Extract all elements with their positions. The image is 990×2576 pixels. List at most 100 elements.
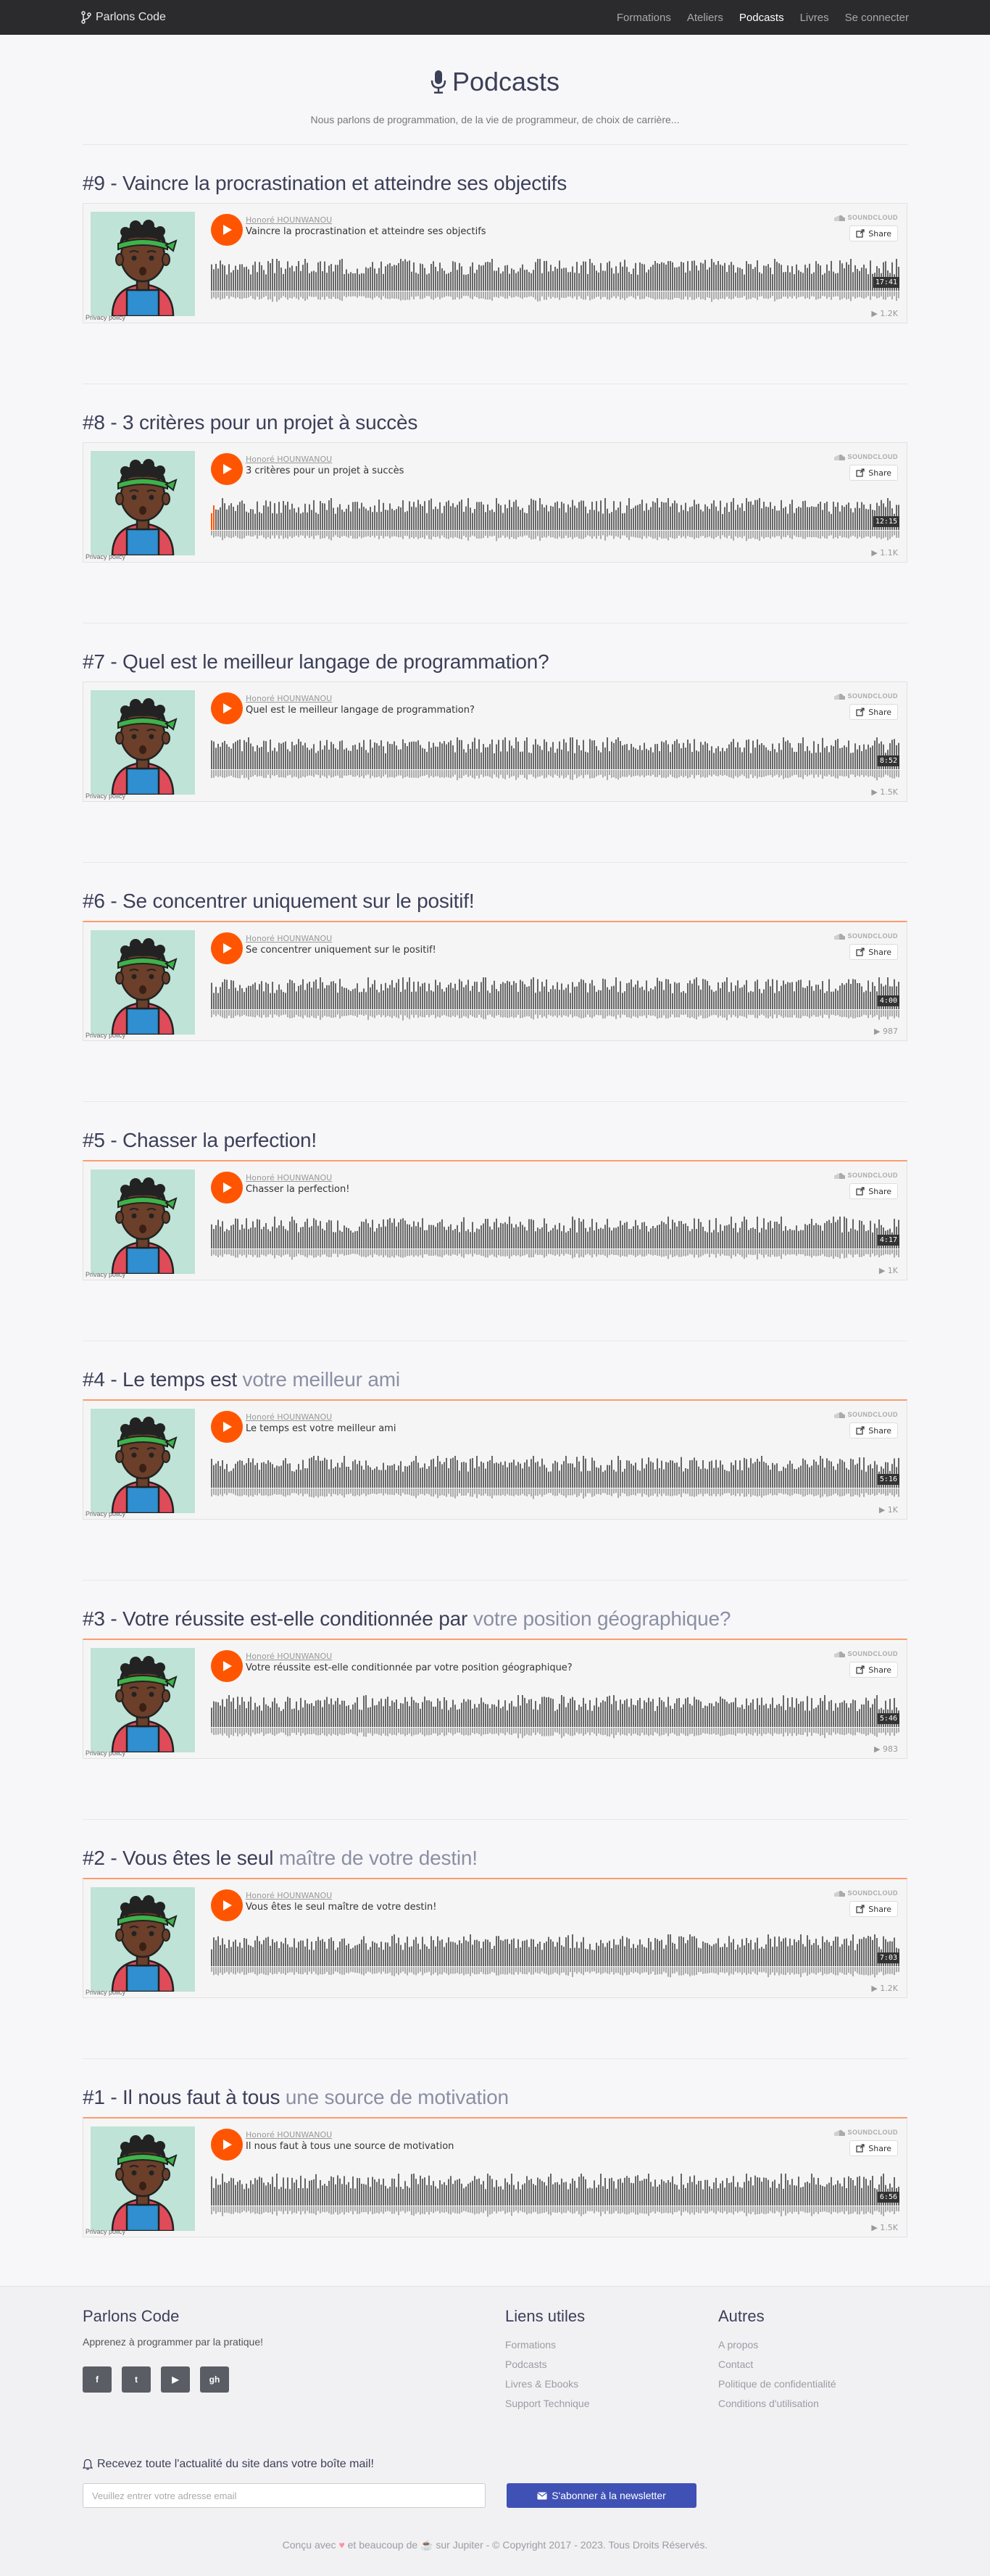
privacy-policy-link[interactable]: Privacy policy — [86, 1510, 125, 1517]
soundcloud-logo[interactable]: SOUNDCLOUD — [831, 1889, 899, 1897]
share-button[interactable]: Share — [849, 1901, 898, 1917]
nav-link-ateliers[interactable]: Ateliers — [687, 12, 723, 24]
share-icon — [856, 948, 865, 956]
play-button[interactable] — [211, 692, 243, 724]
soundcloud-logo[interactable]: SOUNDCLOUD — [831, 2129, 899, 2136]
play-button[interactable] — [211, 1172, 243, 1204]
track-artwork[interactable] — [91, 690, 195, 795]
github-button[interactable]: gh — [200, 2366, 229, 2393]
play-button[interactable] — [211, 1411, 243, 1443]
soundcloud-logo[interactable]: SOUNDCLOUD — [831, 214, 899, 221]
track-title[interactable]: Il nous faut à tous une source de motiva… — [246, 2141, 454, 2152]
share-button[interactable]: Share — [849, 704, 898, 720]
track-title[interactable]: Le temps est votre meilleur ami — [246, 1423, 396, 1434]
privacy-policy-link[interactable]: Privacy policy — [86, 1749, 125, 1757]
privacy-policy-link[interactable]: Privacy policy — [86, 553, 125, 560]
newsletter-email-input[interactable] — [83, 2483, 486, 2508]
envelope-icon — [537, 2492, 548, 2499]
track-title[interactable]: Votre réussite est-elle conditionnée par… — [246, 1662, 573, 1673]
track-artwork[interactable] — [91, 2126, 195, 2231]
artist-link[interactable]: Honoré HOUNWANOU — [246, 1652, 332, 1661]
waveform[interactable] — [211, 259, 899, 302]
artist-link[interactable]: Honoré HOUNWANOU — [246, 1891, 332, 1900]
soundcloud-logo[interactable]: SOUNDCLOUD — [831, 1172, 899, 1179]
footer-useful-link[interactable]: Support Technique — [505, 2398, 590, 2409]
track-title[interactable]: Vous êtes le seul maître de votre destin… — [246, 1902, 437, 1913]
footer-other-link[interactable]: Conditions d'utilisation — [718, 2398, 836, 2409]
brand-link[interactable]: Parlons Code — [81, 11, 166, 24]
waveform[interactable] — [211, 977, 899, 1021]
artist-link[interactable]: Honoré HOUNWANOU — [246, 1412, 332, 1422]
play-button[interactable] — [211, 1650, 243, 1682]
privacy-policy-link[interactable]: Privacy policy — [86, 1271, 125, 1278]
share-button[interactable]: Share — [849, 465, 898, 481]
share-button[interactable]: Share — [849, 225, 898, 241]
waveform[interactable] — [211, 1934, 899, 1978]
waveform[interactable] — [211, 737, 899, 781]
track-artwork[interactable] — [91, 451, 195, 555]
track-artwork[interactable] — [91, 930, 195, 1035]
nav-link-formations[interactable]: Formations — [617, 12, 671, 24]
track-artwork[interactable] — [91, 1169, 195, 1274]
footer-other-link[interactable]: Contact — [718, 2358, 836, 2370]
artist-link[interactable]: Honoré HOUNWANOU — [246, 934, 332, 943]
track-artwork[interactable] — [91, 1648, 195, 1752]
artist-link[interactable]: Honoré HOUNWANOU — [246, 215, 332, 225]
track-title[interactable]: Chasser la perfection! — [246, 1184, 349, 1195]
play-button[interactable] — [211, 2129, 243, 2161]
soundcloud-logo[interactable]: SOUNDCLOUD — [831, 1650, 899, 1657]
facebook-button[interactable]: f — [83, 2366, 112, 2393]
track-artwork[interactable] — [91, 1409, 195, 1513]
share-button[interactable]: Share — [849, 944, 898, 960]
artist-link[interactable]: Honoré HOUNWANOU — [246, 2130, 332, 2140]
play-button[interactable] — [211, 932, 243, 964]
share-button[interactable]: Share — [849, 1183, 898, 1199]
nav-link-livres[interactable]: Livres — [800, 12, 829, 24]
waveform[interactable] — [211, 2174, 899, 2217]
episode-title: #4 - Le temps est votre meilleur ami — [83, 1367, 907, 1392]
track-title[interactable]: 3 critères pour un projet à succès — [246, 465, 404, 476]
share-button[interactable]: Share — [849, 2140, 898, 2156]
subscribe-button[interactable]: S'abonner à la newsletter — [507, 2483, 696, 2508]
nav-link-podcasts[interactable]: Podcasts — [739, 12, 784, 24]
footer-useful-link[interactable]: Podcasts — [505, 2358, 590, 2370]
play-count-icon: ▶ — [878, 1505, 888, 1515]
waveform[interactable] — [211, 1217, 899, 1260]
artist-link[interactable]: Honoré HOUNWANOU — [246, 694, 332, 703]
footer-useful-link[interactable]: Livres & Ebooks — [505, 2378, 590, 2390]
play-button[interactable] — [211, 214, 243, 246]
privacy-policy-link[interactable]: Privacy policy — [86, 314, 125, 321]
play-button[interactable] — [211, 1889, 243, 1921]
waveform[interactable] — [211, 498, 899, 542]
soundcloud-logo[interactable]: SOUNDCLOUD — [831, 932, 899, 940]
footer-other-link[interactable]: Politique de confidentialité — [718, 2378, 836, 2390]
waveform[interactable] — [211, 1456, 899, 1499]
soundcloud-label: SOUNDCLOUD — [847, 1172, 898, 1179]
track-title[interactable]: Quel est le meilleur langage de programm… — [246, 705, 475, 716]
nav-link-se-connecter[interactable]: Se connecter — [845, 12, 909, 24]
privacy-policy-link[interactable]: Privacy policy — [86, 1032, 125, 1039]
share-label: Share — [868, 468, 891, 478]
artist-link[interactable]: Honoré HOUNWANOU — [246, 1173, 332, 1183]
privacy-policy-link[interactable]: Privacy policy — [86, 792, 125, 800]
play-button[interactable] — [211, 453, 243, 485]
track-title[interactable]: Vaincre la procrastination et atteindre … — [246, 226, 486, 237]
share-button[interactable]: Share — [849, 1422, 898, 1438]
track-artwork[interactable] — [91, 212, 195, 316]
track-artwork[interactable] — [91, 1887, 195, 1992]
privacy-policy-link[interactable]: Privacy policy — [86, 1989, 125, 1996]
youtube-button[interactable]: ▶ — [161, 2366, 190, 2393]
share-button[interactable]: Share — [849, 1662, 898, 1678]
track-title[interactable]: Se concentrer uniquement sur le positif! — [246, 945, 436, 956]
soundcloud-logo[interactable]: SOUNDCLOUD — [831, 1411, 899, 1418]
artist-link[interactable]: Honoré HOUNWANOU — [246, 455, 332, 464]
soundcloud-logo[interactable]: SOUNDCLOUD — [831, 453, 899, 460]
soundcloud-logo[interactable]: SOUNDCLOUD — [831, 692, 899, 700]
footer-useful-link[interactable]: Formations — [505, 2339, 590, 2351]
episode-title: #2 - Vous êtes le seul maître de votre d… — [83, 1846, 907, 1871]
privacy-policy-link[interactable]: Privacy policy — [86, 2228, 125, 2235]
other-links-column: Autres A propos Contact Politique de confi… — [718, 2307, 836, 2417]
twitter-button[interactable]: t — [122, 2366, 151, 2393]
waveform[interactable] — [211, 1695, 899, 1739]
footer-other-link[interactable]: A propos — [718, 2339, 836, 2351]
